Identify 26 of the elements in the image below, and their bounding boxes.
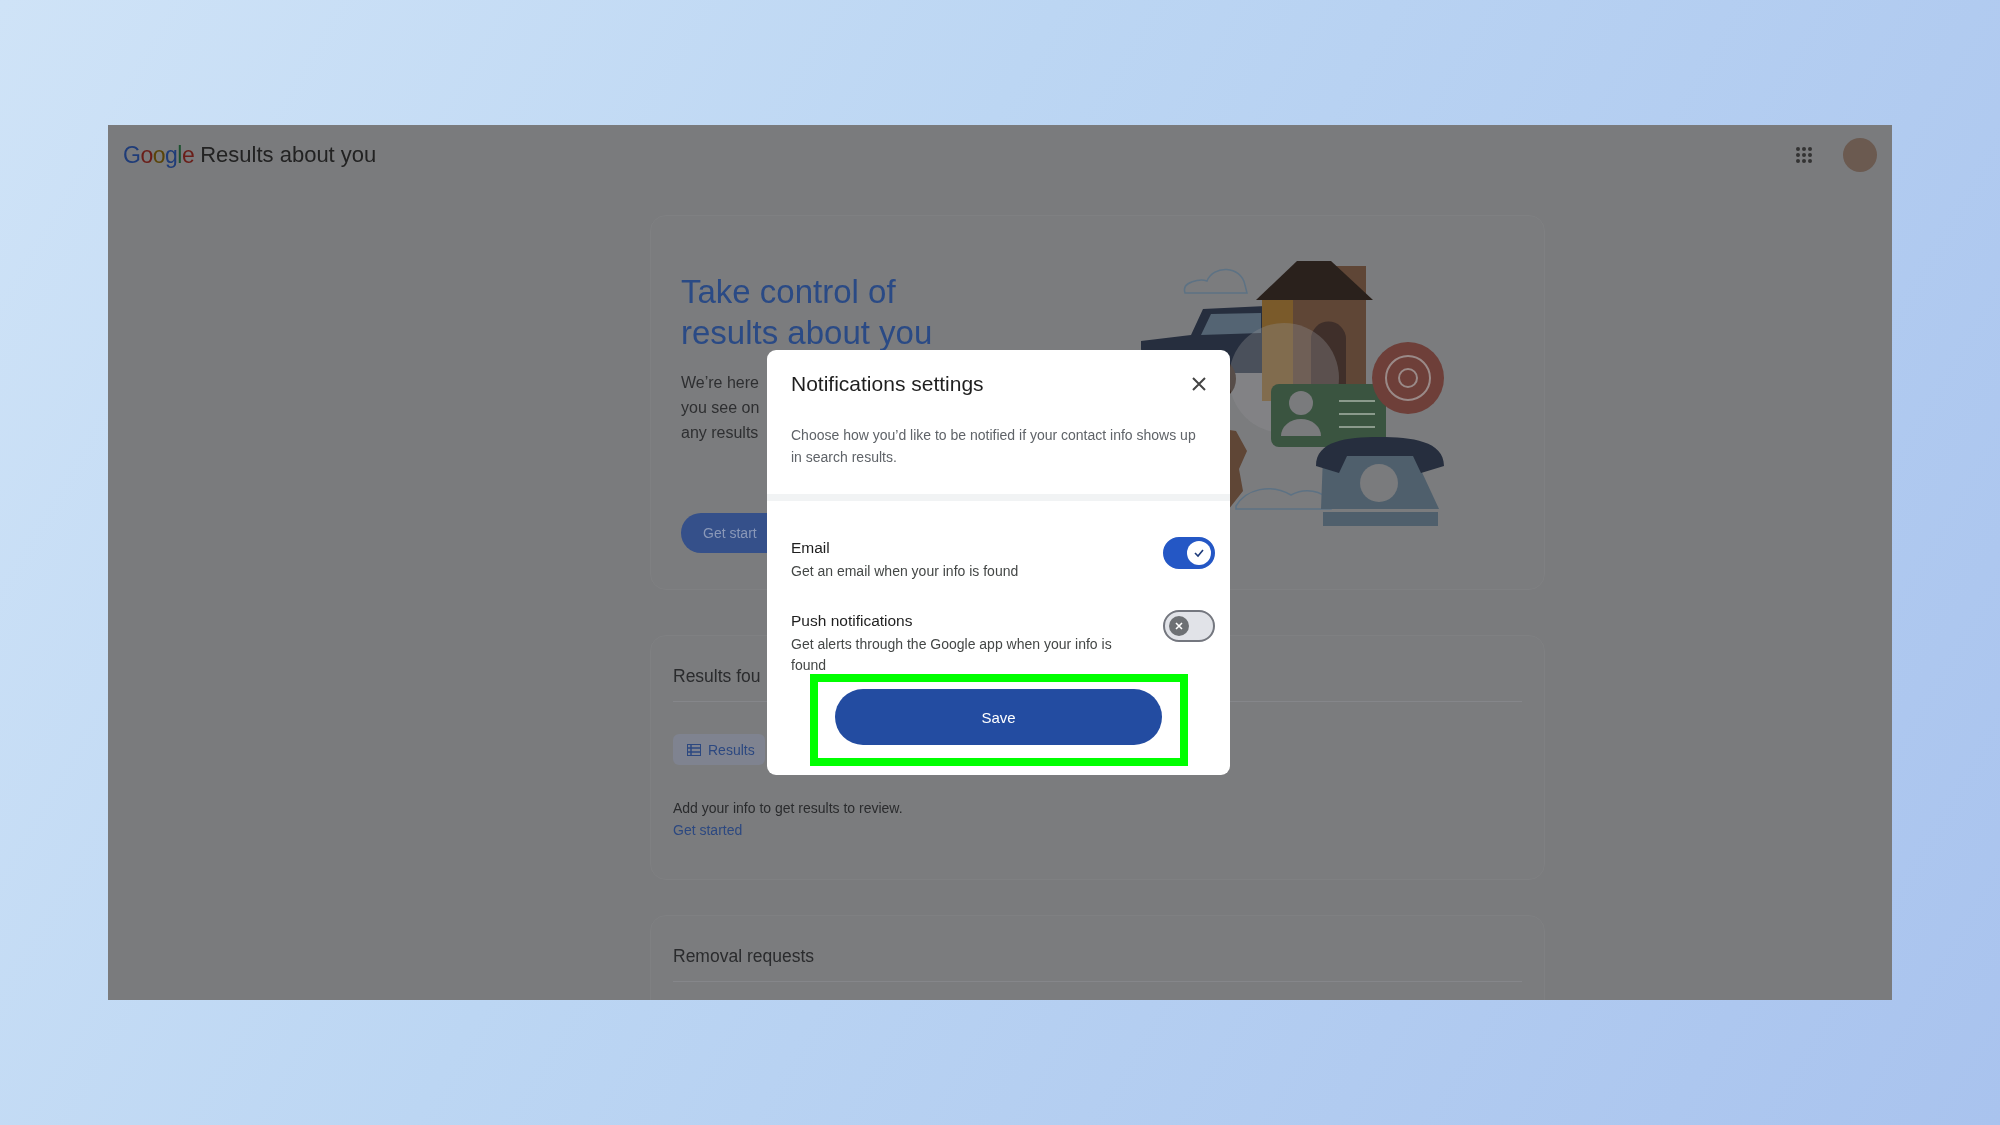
apps-grid-icon[interactable] [1795,146,1813,164]
toggle-switch[interactable] [1163,610,1215,642]
cross-icon [1173,620,1185,632]
get-started-button[interactable]: Get start [681,513,768,553]
hero-heading: Take control of results about you [681,272,934,353]
section-title: Results fou [673,665,761,688]
page-title: Results about you [200,142,377,168]
empty-message: Add your info to get results to review. [673,800,904,816]
toggle-switch[interactable] [1163,537,1215,569]
hero-text-line: We’re here [681,373,759,393]
list-icon [687,743,701,756]
hero-text-line: you see on [681,398,760,418]
close-icon [1191,376,1207,392]
option-description: Get alerts through the Google app when your info is found [791,635,1113,675]
option-description: Get an email when your info is found [791,562,1020,581]
check-icon [1193,547,1205,559]
results-tab[interactable]: Results [673,734,765,765]
dialog-description: Choose how you’d like to be notified if your contact info shows up in search results. [791,426,1197,467]
google-logo: Google [123,141,195,169]
dialog-title: Notifications settings [791,372,985,396]
hero-text-line: any results [681,423,759,443]
section-title: Removal requests [673,945,815,968]
option-label: Push notifications [791,611,914,631]
option-label: Email [791,538,831,558]
get-started-link[interactable]: Get started [673,822,743,838]
save-button[interactable]: Save [835,689,1162,745]
